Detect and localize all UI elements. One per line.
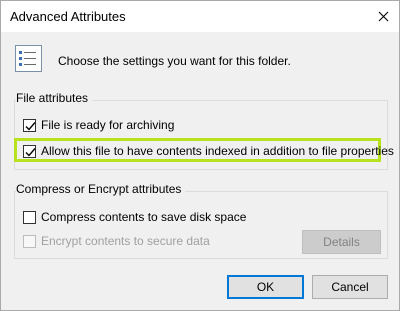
checkmark-icon	[25, 121, 36, 131]
compress-checkbox[interactable]	[23, 210, 36, 224]
index-checkbox[interactable]	[23, 144, 36, 158]
archive-checkbox[interactable]	[23, 118, 36, 132]
title-bar: Advanced Attributes	[1, 1, 399, 32]
index-checkbox-row[interactable]: Allow this file to have contents indexed…	[23, 144, 394, 158]
close-icon	[378, 11, 388, 21]
close-button[interactable]	[367, 1, 399, 31]
attributes-list-icon	[15, 45, 43, 76]
archive-checkbox-row[interactable]: File is ready for archiving	[23, 118, 174, 132]
encrypt-checkbox-row[interactable]: Encrypt contents to secure data	[23, 234, 210, 248]
compress-checkbox-row[interactable]: Compress contents to save disk space	[23, 210, 246, 224]
window-title: Advanced Attributes	[10, 9, 126, 24]
cancel-button[interactable]: Cancel	[312, 275, 388, 299]
index-label: Allow this file to have contents indexed…	[41, 144, 394, 158]
ok-button[interactable]: OK	[227, 275, 304, 299]
checkmark-icon	[25, 147, 36, 157]
details-button[interactable]: Details	[302, 230, 381, 254]
encrypt-checkbox[interactable]	[23, 234, 36, 248]
encrypt-label: Encrypt contents to secure data	[41, 234, 210, 248]
archive-label: File is ready for archiving	[41, 118, 175, 132]
compress-encrypt-label: Compress or Encrypt attributes	[16, 182, 186, 196]
advanced-attributes-dialog: Advanced Attributes Choose the settings …	[0, 0, 400, 311]
header-text: Choose the settings you want for this fo…	[58, 54, 291, 68]
compress-label: Compress contents to save disk space	[41, 210, 247, 224]
file-attributes-label: File attributes	[16, 91, 93, 105]
